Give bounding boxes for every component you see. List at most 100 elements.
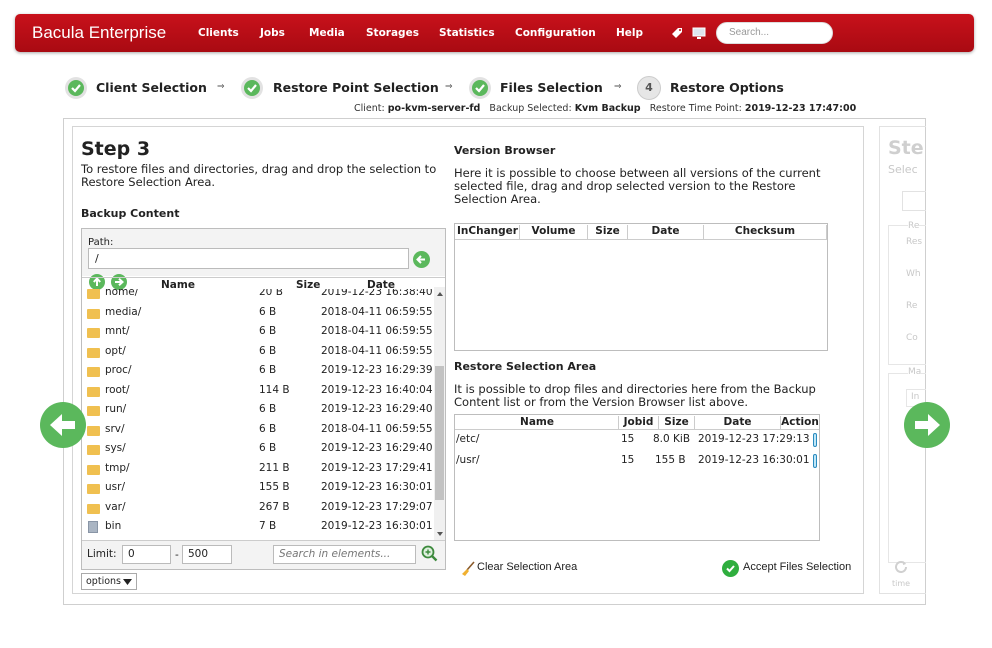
caret-down-icon [123, 579, 132, 585]
file-size: 6 B [259, 306, 277, 318]
limit-separator: - [175, 549, 179, 561]
file-date: 2019-12-23 16:29:40 [321, 442, 433, 454]
col-size[interactable]: Size [659, 416, 695, 430]
folder-icon [87, 367, 100, 377]
col-name[interactable]: Name [456, 416, 619, 430]
version-browser-title: Version Browser [454, 144, 556, 157]
limit-label: Limit: [87, 548, 117, 560]
top-navbar: Bacula Enterprise Clients Jobs Media Sto… [15, 14, 974, 52]
wizard-arrow: ⇒ [614, 82, 622, 92]
col-jobid[interactable]: Jobid [619, 416, 659, 430]
wizard-step-restore-point[interactable]: Restore Point Selection [273, 80, 439, 95]
folder-icon [87, 328, 100, 338]
scroll-down-icon[interactable] [436, 531, 444, 537]
file-date: 2019-12-23 16:29:39 [321, 364, 433, 376]
next-step-text: Co [906, 333, 918, 343]
folder-icon [87, 309, 100, 319]
go-back-icon[interactable] [413, 251, 430, 268]
next-step-text: Ma [908, 367, 922, 377]
file-date: 2018-04-11 06:59:55 [321, 345, 433, 357]
scroll-up-icon[interactable] [436, 291, 444, 297]
step-title: Step 3 [81, 138, 151, 160]
monitor-icon[interactable] [692, 26, 706, 40]
wizard-arrow: ⇒ [217, 82, 225, 92]
zoom-search-icon[interactable] [421, 545, 438, 562]
menu-media[interactable]: Media [309, 27, 345, 39]
elements-search-input[interactable]: Search in elements... [273, 545, 416, 564]
file-size: 6 B [259, 442, 277, 454]
table-header-divider [455, 239, 827, 240]
col-inchanger[interactable]: InChanger [456, 225, 520, 239]
options-dropdown[interactable]: options [81, 573, 137, 590]
col-checksum[interactable]: Checksum [704, 225, 827, 239]
check-circle-icon [241, 77, 263, 99]
col-size[interactable]: Size [588, 225, 628, 239]
file-name: usr/ [105, 481, 125, 493]
folder-icon [87, 289, 100, 299]
file-name: mnt/ [105, 325, 130, 337]
limit-to-input[interactable]: 500 [182, 545, 232, 564]
previous-step-button[interactable] [40, 402, 86, 448]
file-name: media/ [105, 306, 142, 318]
col-volume[interactable]: Volume [520, 225, 588, 239]
remove-item-icon[interactable] [813, 433, 817, 447]
next-step-text: Re [906, 301, 918, 311]
step-description: To restore files and directories, drag a… [81, 162, 437, 189]
row-size: 155 B [655, 454, 686, 466]
menu-jobs[interactable]: Jobs [260, 27, 285, 39]
file-list: home/ 20 B 2019-12-23 16:38:40 media/ 6 … [82, 289, 434, 539]
accept-files-label: Accept Files Selection [743, 561, 852, 573]
wizard-step-client-selection[interactable]: Client Selection [96, 80, 207, 95]
tag-icon[interactable] [670, 26, 684, 40]
next-step-button[interactable] [904, 402, 950, 448]
brand-logo[interactable]: Bacula Enterprise [32, 23, 166, 43]
row-name: /etc/ [456, 433, 480, 445]
menu-configuration[interactable]: Configuration [515, 27, 596, 39]
path-input[interactable]: / [88, 248, 409, 269]
next-step-box [902, 191, 926, 211]
col-date[interactable]: Date [695, 416, 781, 430]
file-name: run/ [105, 403, 127, 415]
file-date: 2019-12-23 16:38:40 [321, 289, 433, 298]
step-number-badge: 4 [637, 76, 661, 100]
broom-icon [462, 561, 475, 576]
check-circle-icon [722, 560, 739, 577]
scrollbar-thumb[interactable] [435, 366, 444, 500]
wizard-step-restore-options[interactable]: Restore Options [670, 80, 784, 95]
restore-info-line: Client: po-kvm-server-fd Backup Selected… [354, 103, 856, 114]
file-icon [88, 521, 98, 533]
file-size: 6 B [259, 325, 277, 337]
row-jobid: 15 [621, 433, 635, 445]
folder-icon [87, 406, 100, 416]
file-date: 2019-12-23 16:30:01 [321, 520, 433, 532]
restore-area-title: Restore Selection Area [454, 360, 597, 373]
menu-statistics[interactable]: Statistics [439, 27, 495, 39]
col-action[interactable]: Action [781, 416, 819, 430]
nav-search-input[interactable]: Search... [716, 22, 833, 44]
remove-item-icon[interactable] [813, 454, 817, 468]
backup-label: Backup Selected: [489, 103, 572, 114]
col-date[interactable]: Date [628, 225, 704, 239]
file-name: proc/ [105, 364, 132, 376]
folder-icon [87, 426, 100, 436]
client-value: po-kvm-server-fd [387, 103, 481, 114]
file-name: sys/ [105, 442, 126, 454]
menu-help[interactable]: Help [616, 27, 643, 39]
file-date: 2018-04-11 06:59:55 [321, 423, 433, 435]
wizard-arrow: ⇒ [445, 82, 453, 92]
file-size: 20 B [259, 289, 283, 298]
file-date: 2019-12-23 17:29:07 [321, 501, 433, 513]
version-browser-description: Here it is possible to choose between al… [454, 166, 821, 206]
wizard-step-files-selection[interactable]: Files Selection [500, 80, 603, 95]
limit-from-input[interactable]: 0 [122, 545, 171, 564]
table-row[interactable]: /etc/ 15 8.0 KiB 2019-12-23 17:29:13 [455, 433, 821, 448]
next-step-preview: Ste Selec Re Res Wh Re Co Ma In time [879, 126, 926, 594]
menu-clients[interactable]: Clients [198, 27, 239, 39]
menu-storages[interactable]: Storages [366, 27, 419, 39]
folder-icon [87, 387, 100, 397]
table-row[interactable]: /usr/ 15 155 B 2019-12-23 16:30:01 [455, 454, 821, 469]
folder-icon [87, 465, 100, 475]
next-step-text: Wh [906, 269, 921, 279]
next-step-subtitle: Selec [888, 163, 918, 176]
client-label: Client: [354, 103, 385, 114]
